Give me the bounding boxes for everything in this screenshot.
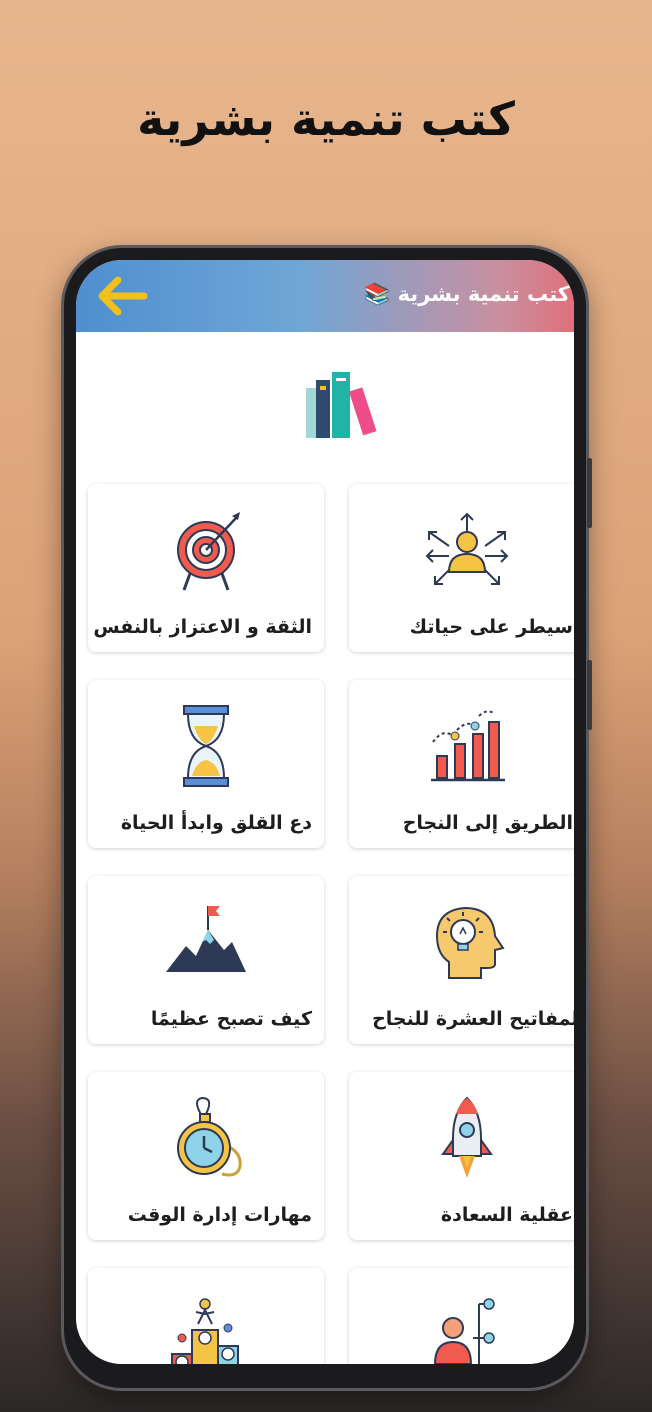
book-title: دع القلق وابدأ الحياة (120, 812, 312, 834)
book-card[interactable]: الطريق إلى النجاح (349, 680, 574, 848)
power-button (587, 660, 592, 730)
back-arrow-icon (98, 276, 148, 316)
person-arrows-icon (425, 512, 509, 585)
book-card[interactable]: المفاتيح العشرة للنجاح (349, 876, 574, 1044)
app-bar-title: كتب تنمية بشرية 📚 (364, 282, 570, 306)
book-title: المفاتيح العشرة للنجاح (372, 1008, 574, 1030)
target-icon (177, 512, 240, 591)
volume-button (587, 458, 592, 528)
book-card[interactable]: كيف تصبح عظيمًا (88, 876, 324, 1044)
book-title: عقلية السعادة (440, 1204, 573, 1226)
hourglass-icon (183, 705, 229, 787)
book-card[interactable]: سيطر على حياتك (349, 484, 574, 652)
book-card[interactable] (349, 1268, 574, 1364)
rocket-icon (441, 1096, 493, 1178)
book-title: الطريق إلى النجاح (402, 812, 573, 834)
book-card[interactable] (88, 1268, 324, 1364)
phone-frame: كتب تنمية بشرية 📚 سيطر على حياتك الثقة و… (64, 248, 592, 1388)
pocket-watch-icon (177, 1096, 242, 1177)
book-title: الثقة و الاعتزاز بالنفس (93, 616, 312, 638)
book-card[interactable]: عقلية السعادة (349, 1072, 574, 1240)
app-screen: كتب تنمية بشرية 📚 سيطر على حياتك الثقة و… (76, 260, 574, 1364)
app-bar: كتب تنمية بشرية 📚 (76, 260, 574, 332)
promo-title: كتب تنمية بشرية (137, 92, 515, 146)
book-title: سيطر على حياتك (409, 616, 573, 638)
book-card[interactable]: الثقة و الاعتزاز بالنفس (88, 484, 324, 652)
bar-chart-icon (431, 710, 505, 782)
book-title: مهارات إدارة الوقت (127, 1204, 312, 1226)
books-icon (306, 372, 377, 438)
mountain-flag-icon (166, 906, 246, 972)
book-card[interactable]: دع القلق وابدأ الحياة (88, 680, 324, 848)
back-button[interactable] (94, 274, 150, 318)
podium-icon (171, 1298, 239, 1364)
org-chart-icon (433, 1298, 495, 1364)
book-card[interactable]: مهارات إدارة الوقت (88, 1072, 324, 1240)
book-title: كيف تصبح عظيمًا (150, 1008, 312, 1030)
head-lightbulb-icon (435, 906, 505, 979)
